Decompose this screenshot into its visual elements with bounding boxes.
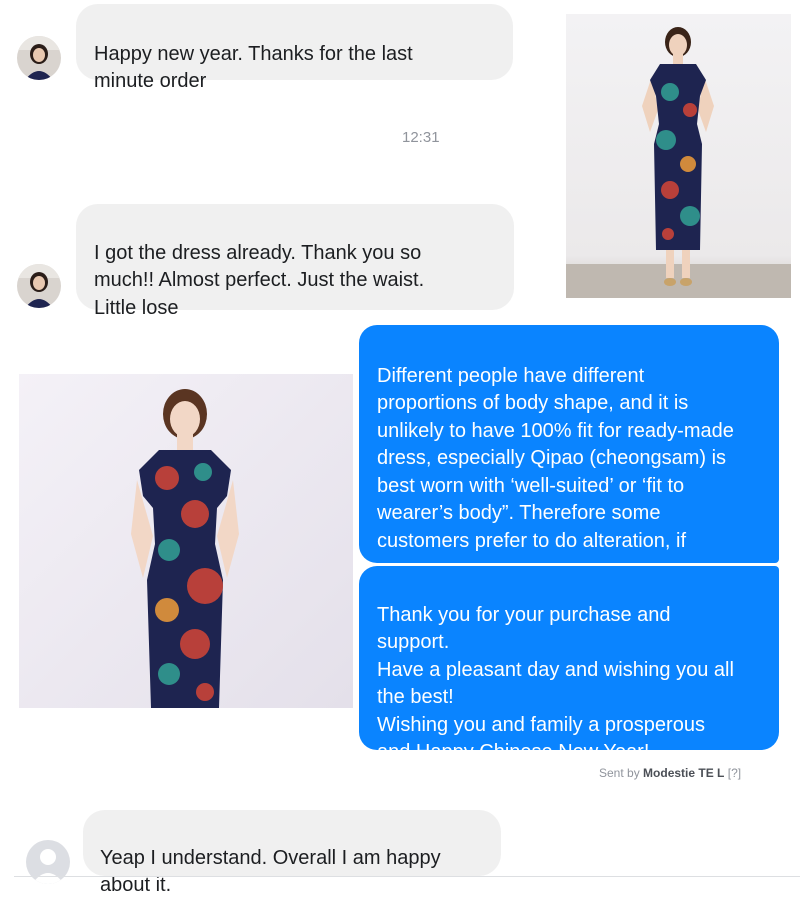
default-person-icon	[26, 840, 70, 884]
customer-avatar-3[interactable]	[26, 840, 70, 884]
message-text-4: Thank you for your purchase and support.…	[377, 603, 734, 764]
message-bubble-4[interactable]: Thank you for your purchase and support.…	[359, 566, 779, 763]
customer-avatar-2[interactable]	[17, 264, 61, 308]
message-text-5: Yeap I understand. Overall I am happy ab…	[100, 846, 441, 897]
sent-by-help-link[interactable]: [?]	[728, 766, 741, 780]
message-text-3: Different people have different proporti…	[377, 364, 734, 580]
message-text-1: Happy new year. Thanks for the last minu…	[94, 42, 413, 93]
message-text-2: I got the dress already. Thank you so mu…	[94, 241, 425, 319]
cheongsam-photo-image	[566, 14, 791, 298]
message-bubble-2[interactable]: I got the dress already. Thank you so mu…	[76, 204, 514, 319]
sender-name-link[interactable]: Modestie TE L	[643, 766, 724, 780]
woman-avatar-icon	[17, 36, 61, 80]
sent-by-label: Sent by Modestie TE L [?]	[599, 766, 742, 780]
woman-avatar-icon	[17, 264, 61, 308]
cheongsam-photo-image	[19, 374, 353, 708]
dress-photo-2[interactable]	[19, 374, 353, 708]
bottom-divider	[14, 876, 800, 877]
message-bubble-5[interactable]: Yeap I understand. Overall I am happy ab…	[83, 810, 501, 896]
message-bubble-3[interactable]: Different people have different proporti…	[359, 325, 779, 579]
message-timestamp: 12:31	[402, 129, 440, 146]
customer-avatar-1[interactable]	[17, 36, 61, 80]
message-bubble-1[interactable]: Happy new year. Thanks for the last minu…	[76, 4, 513, 92]
dress-photo-1[interactable]	[566, 14, 791, 298]
